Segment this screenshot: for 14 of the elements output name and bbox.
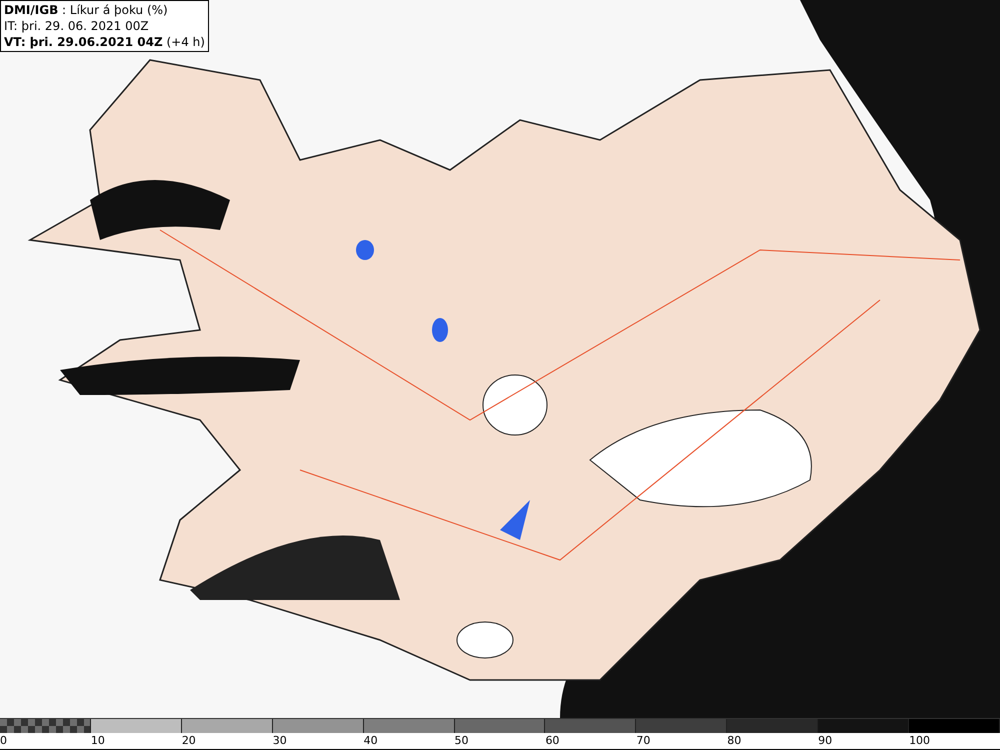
legend-label: 60 <box>545 733 560 749</box>
legend-label: 70 <box>636 733 650 749</box>
legend-label: 90 <box>818 733 832 749</box>
legend-label: 40 <box>364 733 378 749</box>
header-line: VT: þri. 29.06.2021 04Z (+4 h) <box>4 34 205 50</box>
header-line: DMI/IGB : Líkur á þoku (%) <box>4 2 169 18</box>
legend-label: 100 <box>909 733 930 749</box>
legend-label: 10 <box>90 733 105 749</box>
header-line: IT: þri. 29. 06. 2021 00Z <box>4 18 150 34</box>
legend-label: 30 <box>272 733 287 749</box>
legend-label: 20 <box>182 733 196 749</box>
legend-label: 0 <box>0 733 7 749</box>
legend-label: 50 <box>454 733 469 749</box>
legend-label: 80 <box>727 733 742 749</box>
